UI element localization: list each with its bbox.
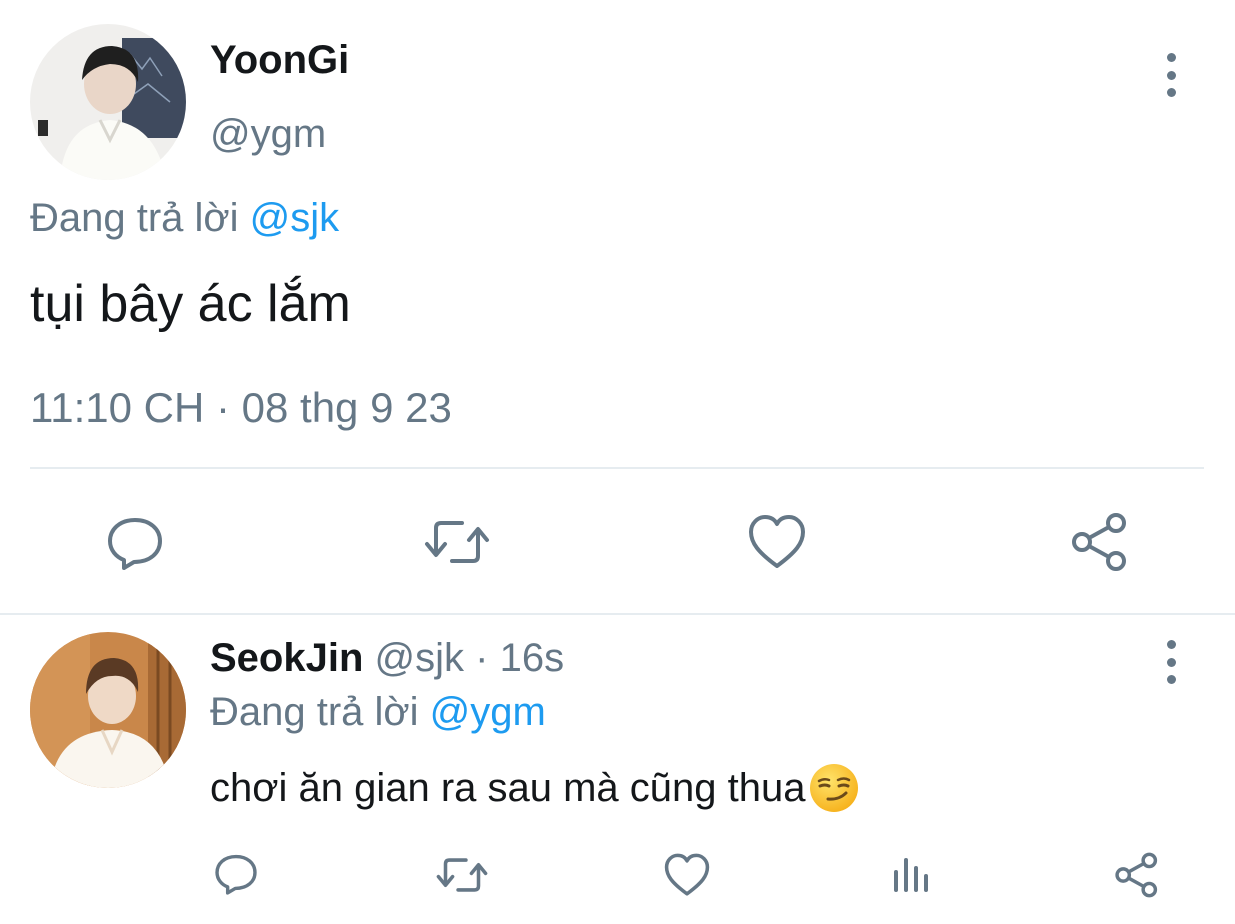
share-icon[interactable] <box>1070 512 1130 572</box>
reply-to-link[interactable]: @ygm <box>430 690 546 734</box>
tweet-text: chơi ăn gian ra sau mà cũng thua <box>210 765 806 810</box>
retweet-icon[interactable] <box>424 514 490 570</box>
reply-icon[interactable] <box>214 852 258 896</box>
reply-prefix: Đang trả lời <box>30 196 239 240</box>
reply-icon[interactable] <box>106 514 164 572</box>
more-options-icon[interactable] <box>1161 53 1181 97</box>
tweet-time-ago[interactable]: 16s <box>500 636 565 680</box>
smirk-emoji-icon <box>808 762 860 814</box>
divider <box>30 467 1204 469</box>
author-name[interactable]: YoonGi <box>210 38 349 83</box>
analytics-icon[interactable] <box>890 854 934 894</box>
avatar-seokjin[interactable] <box>30 632 186 788</box>
like-icon[interactable] <box>664 853 710 897</box>
retweet-icon[interactable] <box>436 853 488 897</box>
reply-to-link[interactable]: @sjk <box>250 196 340 240</box>
reply-context: Đang trả lời @ygm <box>210 690 546 735</box>
reply-prefix: Đang trả lời <box>210 690 419 734</box>
avatar-yoongi[interactable] <box>30 24 186 180</box>
meta-separator: · <box>464 636 500 680</box>
reply-header: SeokJin @sjk · 16s <box>210 636 564 681</box>
tweet-timestamp[interactable]: 11:10 CH · 08 thg 9 23 <box>30 384 452 432</box>
like-icon[interactable] <box>748 514 806 570</box>
divider <box>0 613 1235 615</box>
share-icon[interactable] <box>1114 852 1160 898</box>
more-options-icon[interactable] <box>1161 640 1181 684</box>
reply-body: chơi ăn gian ra sau mà cũng thua <box>210 762 860 814</box>
author-handle[interactable]: @ygm <box>210 112 326 157</box>
author-handle[interactable]: @sjk <box>375 636 465 680</box>
reply-context: Đang trả lời @sjk <box>30 196 339 241</box>
author-name[interactable]: SeokJin <box>210 636 363 680</box>
tweet-text: tụi bây ác lắm <box>30 275 351 333</box>
